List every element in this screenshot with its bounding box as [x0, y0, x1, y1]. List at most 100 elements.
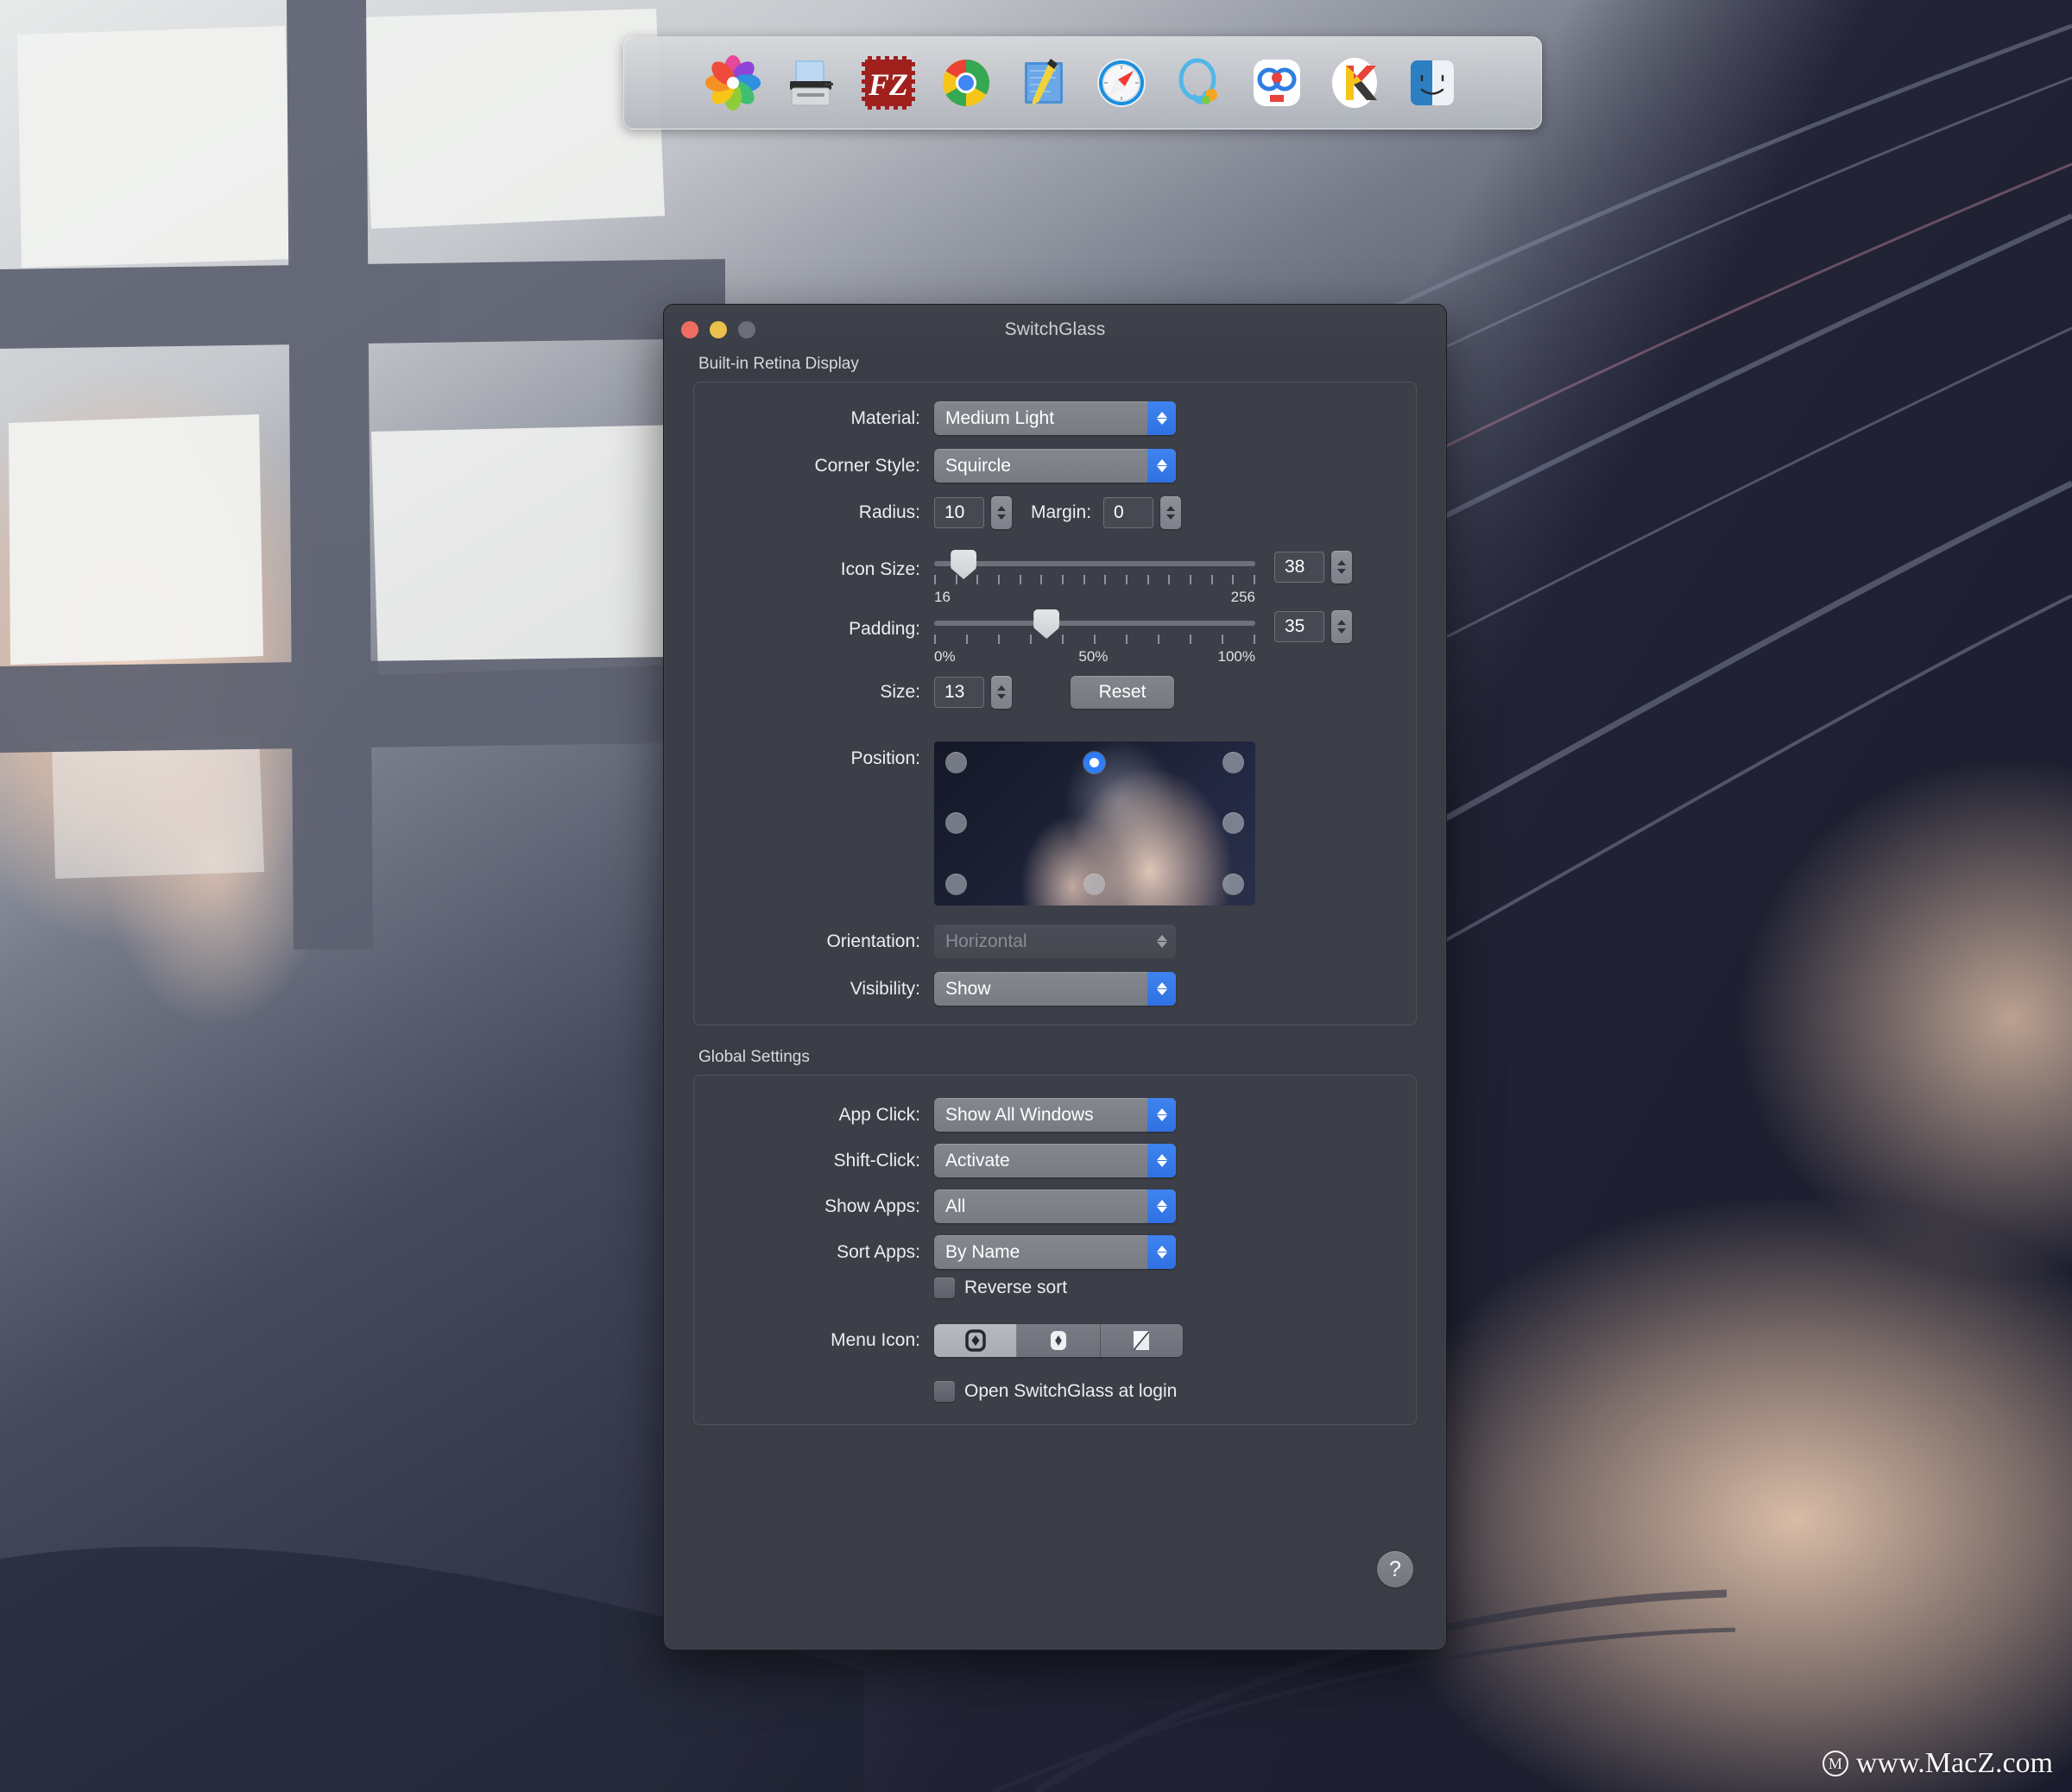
position-dot-bottom-center[interactable]: [1083, 874, 1105, 895]
kindle-app-icon[interactable]: [1322, 50, 1387, 116]
orientation-label: Orientation:: [826, 931, 920, 951]
window-titlebar[interactable]: SwitchGlass: [664, 305, 1446, 355]
filezilla-app-icon[interactable]: FZ: [856, 50, 921, 116]
material-select[interactable]: Medium Light: [934, 401, 1176, 435]
chrome-app-icon[interactable]: [933, 50, 999, 116]
safari-app-icon[interactable]: [1089, 50, 1154, 116]
app-click-select[interactable]: Show All Windows: [934, 1098, 1176, 1132]
watermark-text: www.MacZ.com: [1855, 1747, 2053, 1779]
margin-label: Margin:: [1031, 502, 1092, 522]
chevron-updown-icon[interactable]: [1147, 1144, 1176, 1177]
finder-app-icon[interactable]: [1399, 50, 1465, 116]
reverse-sort-row: Reverse sort: [694, 1278, 1416, 1298]
position-label: Position:: [850, 748, 920, 768]
position-dot-top-left[interactable]: [945, 752, 967, 773]
corner-style-label: Corner Style:: [814, 455, 920, 476]
size-stepper[interactable]: [991, 676, 1012, 709]
help-button[interactable]: ?: [1377, 1551, 1413, 1587]
notes-sketch-app-icon[interactable]: [1011, 50, 1077, 116]
svg-text:FZ: FZ: [868, 67, 908, 102]
sort-apps-label: Sort Apps:: [837, 1241, 920, 1262]
menu-icon-filled-diamond[interactable]: [1017, 1324, 1101, 1357]
photos-app-icon[interactable]: [700, 50, 766, 116]
material-value: Medium Light: [945, 407, 1055, 428]
open-at-login-row: Open SwitchGlass at login: [694, 1381, 1416, 1402]
window-title: SwitchGlass: [1004, 319, 1106, 339]
menu-icon-split-square[interactable]: [1100, 1324, 1183, 1357]
display-group-label: Built-in Retina Display: [698, 355, 859, 373]
chevron-updown-icon[interactable]: [1147, 449, 1176, 483]
chevron-updown-icon[interactable]: [1147, 1189, 1176, 1223]
reverse-sort-checkbox[interactable]: [934, 1278, 955, 1298]
material-label: Material:: [850, 407, 920, 428]
visibility-label: Visibility:: [850, 978, 920, 999]
show-apps-value: All: [945, 1196, 966, 1216]
shift-click-row: Shift-Click: Activate: [694, 1144, 1416, 1177]
chevron-updown-icon[interactable]: [1147, 401, 1176, 435]
padding-slider-ticks: [934, 634, 1255, 647]
icon-size-min-label: 16: [934, 589, 951, 605]
app-click-value: Show All Windows: [945, 1104, 1094, 1125]
corner-style-select[interactable]: Squircle: [934, 449, 1176, 483]
position-dot-bottom-right[interactable]: [1222, 874, 1244, 895]
margin-input[interactable]: 0: [1103, 497, 1154, 528]
padding-slider[interactable]: [934, 609, 1255, 639]
padding-input[interactable]: 35: [1274, 611, 1324, 642]
sort-apps-row: Sort Apps: By Name: [694, 1235, 1416, 1269]
radius-margin-row: Radius: 10 Margin: 0: [694, 496, 1416, 529]
chevron-updown-icon[interactable]: [1147, 972, 1176, 1006]
orientation-select: Horizontal: [934, 924, 1176, 958]
position-dot-top-center[interactable]: [1083, 752, 1105, 773]
position-dot-top-right[interactable]: [1222, 752, 1244, 773]
orientation-value: Horizontal: [945, 931, 1027, 951]
visibility-select[interactable]: Show: [934, 972, 1176, 1006]
icon-size-input[interactable]: 38: [1274, 552, 1324, 583]
icon-size-label: Icon Size:: [840, 559, 920, 579]
open-at-login-label: Open SwitchGlass at login: [964, 1381, 1178, 1401]
app-click-row: App Click: Show All Windows: [694, 1098, 1416, 1132]
position-dot-middle-right[interactable]: [1222, 812, 1244, 834]
position-dot-middle-left[interactable]: [945, 812, 967, 834]
watermark: M www.MacZ.com: [1822, 1747, 2053, 1780]
icon-size-scale: 16 256: [934, 589, 1255, 606]
chevron-updown-icon[interactable]: [1147, 1235, 1176, 1269]
dock[interactable]: FZ: [623, 36, 1542, 129]
open-at-login-checkbox[interactable]: [934, 1381, 955, 1402]
show-apps-select[interactable]: All: [934, 1189, 1176, 1223]
padding-stepper[interactable]: [1331, 610, 1352, 643]
icon-size-slider[interactable]: [934, 550, 1255, 579]
position-row: Position:: [694, 741, 1416, 905]
menu-icon-row: Menu Icon:: [694, 1324, 1416, 1357]
size-input[interactable]: 13: [934, 677, 984, 708]
position-dot-bottom-left[interactable]: [945, 874, 967, 895]
app-click-label: App Click:: [838, 1104, 920, 1125]
baidu-netdisk-app-icon[interactable]: [1244, 50, 1310, 116]
padding-row: Padding: 0% 50% 100% 35: [694, 609, 1416, 666]
menu-icon-outline-diamond[interactable]: [934, 1324, 1018, 1357]
icon-size-stepper[interactable]: [1331, 551, 1352, 584]
size-reset-row: Size: 13 Reset: [694, 676, 1416, 709]
margin-stepper[interactable]: [1160, 496, 1182, 529]
qq-app-icon[interactable]: [1166, 50, 1232, 116]
corner-style-value: Squircle: [945, 455, 1011, 476]
macz-logo-icon: M: [1822, 1751, 1848, 1776]
radius-input[interactable]: 10: [934, 497, 984, 528]
scanner-app-icon[interactable]: [778, 50, 843, 116]
switchglass-preferences-window[interactable]: SwitchGlass Built-in Retina Display Mate…: [663, 304, 1447, 1650]
reset-button[interactable]: Reset: [1071, 676, 1174, 709]
filled-diamond-icon: [1050, 1331, 1066, 1350]
show-apps-label: Show Apps:: [824, 1196, 920, 1216]
chevron-updown-icon: [1147, 924, 1176, 958]
position-picker[interactable]: [934, 741, 1255, 905]
menu-icon-segmented-control[interactable]: [934, 1324, 1183, 1357]
shift-click-select[interactable]: Activate: [934, 1144, 1176, 1177]
global-group-label: Global Settings: [698, 1048, 810, 1066]
radius-stepper[interactable]: [991, 496, 1012, 529]
padding-label: Padding:: [849, 619, 920, 639]
radius-label: Radius:: [858, 502, 920, 522]
chevron-updown-icon[interactable]: [1147, 1098, 1176, 1132]
size-label: Size:: [880, 682, 920, 702]
sort-apps-select[interactable]: By Name: [934, 1235, 1176, 1269]
sort-apps-value: By Name: [945, 1241, 1020, 1262]
corner-style-row: Corner Style: Squircle: [694, 449, 1416, 483]
